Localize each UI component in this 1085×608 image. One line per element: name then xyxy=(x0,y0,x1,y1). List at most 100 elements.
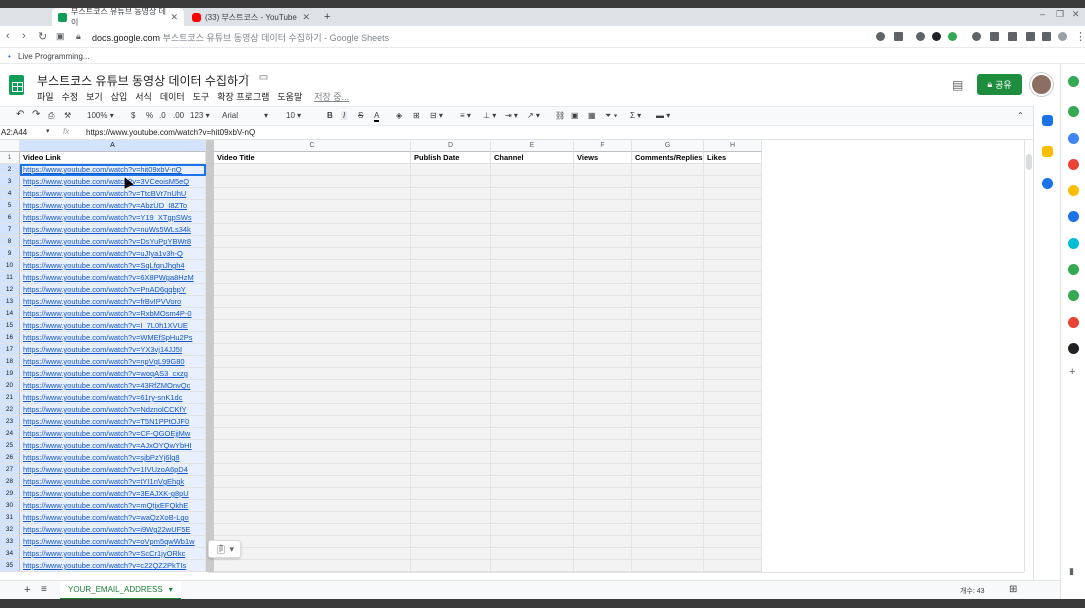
menu-tools[interactable]: 도구 xyxy=(193,90,210,103)
empty-cell[interactable] xyxy=(411,500,491,512)
zoom-select[interactable]: 100% ▾ xyxy=(87,111,114,120)
empty-cell[interactable] xyxy=(214,284,411,296)
row-header[interactable]: 17 xyxy=(0,344,20,356)
empty-cell[interactable] xyxy=(704,344,762,356)
empty-cell[interactable] xyxy=(411,392,491,404)
close-window-icon[interactable]: ✕ xyxy=(1072,9,1080,20)
header-cell[interactable]: Video Link xyxy=(20,152,206,164)
menu-insert[interactable]: 삽입 xyxy=(111,90,128,103)
empty-cell[interactable] xyxy=(214,260,411,272)
row-header[interactable]: 18 xyxy=(0,356,20,368)
column-header-h[interactable]: H xyxy=(704,140,762,152)
empty-cell[interactable] xyxy=(491,164,574,176)
empty-cell[interactable] xyxy=(574,404,632,416)
video-link-cell[interactable]: https://www.youtube.com/watch?v=hit09xbV… xyxy=(20,164,206,176)
empty-cell[interactable] xyxy=(491,224,574,236)
insert-comment-icon[interactable]: ▣ xyxy=(571,111,579,120)
doc-title[interactable]: 부스트코스 유튜브 동영상 데이터 수집하기 xyxy=(37,72,249,89)
empty-cell[interactable] xyxy=(704,476,762,488)
bookmark-item[interactable]: Live Programming... xyxy=(18,52,90,61)
decrease-decimal-button[interactable]: .0 xyxy=(159,111,166,120)
menu-extensions[interactable]: 확장 프로그램 xyxy=(217,90,269,103)
empty-cell[interactable] xyxy=(411,356,491,368)
empty-cell[interactable] xyxy=(704,548,762,560)
empty-cell[interactable] xyxy=(632,284,704,296)
bold-button[interactable]: B xyxy=(327,111,333,120)
extension-icon[interactable] xyxy=(876,32,885,41)
empty-cell[interactable] xyxy=(574,272,632,284)
row-header[interactable]: 13 xyxy=(0,296,20,308)
empty-cell[interactable] xyxy=(632,428,704,440)
insert-chart-icon[interactable]: ▦ xyxy=(588,111,596,120)
url-field[interactable]: docs.google.com 부스트코스 유튜브 동영상 데이터 수집하기 -… xyxy=(92,31,389,44)
empty-cell[interactable] xyxy=(491,260,574,272)
header-cell[interactable]: Channel xyxy=(491,152,574,164)
explore-icon[interactable]: ⊞ xyxy=(1009,584,1017,595)
empty-cell[interactable] xyxy=(411,236,491,248)
profile-icon[interactable] xyxy=(1058,32,1067,41)
name-box[interactable]: A2:A44 xyxy=(1,128,27,137)
empty-cell[interactable] xyxy=(214,452,411,464)
empty-cell[interactable] xyxy=(491,560,574,572)
row-header[interactable]: 25 xyxy=(0,440,20,452)
empty-cell[interactable] xyxy=(704,404,762,416)
extension-icon[interactable] xyxy=(948,32,957,41)
name-box-chevron-icon[interactable]: ▾ xyxy=(46,127,50,135)
text-rotation-icon[interactable]: ↗ ▾ xyxy=(527,111,540,120)
hide-rail-icon[interactable]: ▮ xyxy=(1069,566,1074,577)
empty-cell[interactable] xyxy=(214,296,411,308)
percent-button[interactable]: % xyxy=(146,111,153,120)
empty-cell[interactable] xyxy=(574,284,632,296)
empty-cell[interactable] xyxy=(411,560,491,572)
empty-cell[interactable] xyxy=(214,212,411,224)
empty-cell[interactable] xyxy=(632,476,704,488)
sidebar-toggle-icon[interactable] xyxy=(1042,32,1051,41)
empty-cell[interactable] xyxy=(491,548,574,560)
empty-cell[interactable] xyxy=(632,452,704,464)
empty-cell[interactable] xyxy=(411,476,491,488)
row-header[interactable]: 35 xyxy=(0,560,20,572)
header-cell[interactable]: Video Title xyxy=(214,152,411,164)
empty-cell[interactable] xyxy=(704,560,762,572)
empty-cell[interactable] xyxy=(411,212,491,224)
horizontal-scrollbar[interactable] xyxy=(208,572,1024,580)
row-header[interactable]: 2 xyxy=(0,164,20,176)
redo-icon[interactable]: ↷ xyxy=(32,109,40,120)
empty-cell[interactable] xyxy=(704,392,762,404)
empty-cell[interactable] xyxy=(574,548,632,560)
row-header[interactable]: 34 xyxy=(0,548,20,560)
extension-icon[interactable] xyxy=(1068,343,1079,354)
empty-cell[interactable] xyxy=(491,308,574,320)
empty-cell[interactable] xyxy=(411,188,491,200)
empty-cell[interactable] xyxy=(704,308,762,320)
empty-cell[interactable] xyxy=(574,164,632,176)
empty-cell[interactable] xyxy=(491,392,574,404)
empty-cell[interactable] xyxy=(491,296,574,308)
menu-format[interactable]: 서식 xyxy=(135,90,152,103)
empty-cell[interactable] xyxy=(411,416,491,428)
empty-cell[interactable] xyxy=(411,344,491,356)
extension-icon[interactable] xyxy=(1068,106,1079,117)
video-link-cell[interactable]: https://www.youtube.com/watch?v=ScCr1jyO… xyxy=(20,548,206,560)
video-link-cell[interactable]: https://www.youtube.com/watch?v=mQtjxEFQ… xyxy=(20,500,206,512)
empty-cell[interactable] xyxy=(411,536,491,548)
frozen-column-divider[interactable] xyxy=(206,140,214,572)
video-link-cell[interactable]: https://www.youtube.com/watch?v=3VCeoisM… xyxy=(20,176,206,188)
empty-cell[interactable] xyxy=(632,320,704,332)
empty-cell[interactable] xyxy=(632,368,704,380)
empty-cell[interactable] xyxy=(574,176,632,188)
empty-cell[interactable] xyxy=(411,248,491,260)
empty-cell[interactable] xyxy=(214,344,411,356)
empty-cell[interactable] xyxy=(491,428,574,440)
empty-cell[interactable] xyxy=(632,524,704,536)
forward-icon[interactable]: › xyxy=(22,30,26,42)
borders-icon[interactable]: ⊞ xyxy=(413,111,420,120)
empty-cell[interactable] xyxy=(574,464,632,476)
empty-cell[interactable] xyxy=(411,404,491,416)
empty-cell[interactable] xyxy=(491,332,574,344)
strikethrough-button[interactable]: S xyxy=(358,111,363,120)
row-header[interactable]: 14 xyxy=(0,308,20,320)
page-info-icon[interactable]: ▣ xyxy=(56,31,65,42)
empty-cell[interactable] xyxy=(632,440,704,452)
font-chevron-icon[interactable]: ▾ xyxy=(264,111,268,120)
